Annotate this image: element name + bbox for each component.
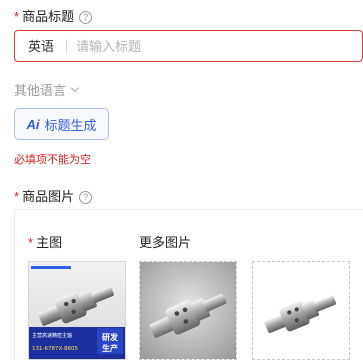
product-title-label: 商品标题: [22, 9, 75, 24]
product-title-label-row: * 商品标题?: [14, 6, 93, 25]
banner-text: 主营高速精密主轴: [32, 332, 72, 339]
other-languages-toggle[interactable]: 其他语言: [14, 80, 80, 99]
generate-title-label: 标题生成: [44, 117, 97, 133]
title-input[interactable]: [67, 38, 362, 54]
banner-phone: 131-6787X-8605: [32, 346, 78, 352]
main-image-thumbnail[interactable]: 主营高速精密主轴 131-6787X-8605 研发 生产: [28, 261, 126, 360]
main-image-label-row: * 主图: [28, 232, 62, 251]
title-input-group: 英语: [14, 30, 363, 62]
upload-progress-bar: [31, 266, 71, 269]
chevron-down-icon: [70, 83, 80, 92]
required-mark: *: [14, 9, 20, 24]
help-icon[interactable]: ?: [79, 11, 93, 24]
more-images-label: 更多图片: [139, 235, 192, 250]
banner-badge-line1: 研发: [102, 332, 119, 342]
required-mark: *: [14, 189, 20, 204]
spindle-product-image: [140, 262, 236, 359]
spindle-product-image: 主营高速精密主轴 131-6787X-8605 研发 生产: [29, 262, 125, 359]
main-image-label: 主图: [36, 235, 63, 250]
ai-icon: Ai: [26, 116, 40, 132]
additional-image-thumbnail[interactable]: [252, 261, 350, 360]
required-mark: *: [28, 235, 34, 250]
other-languages-label: 其他语言: [14, 83, 67, 98]
product-images-label: 商品图片: [22, 189, 75, 204]
generate-title-button[interactable]: Ai 标题生成: [14, 108, 109, 140]
spindle-product-image: [253, 262, 349, 359]
required-error-message: 必填项不能为空: [14, 154, 91, 166]
additional-image-thumbnail[interactable]: [139, 261, 237, 360]
language-label: 英语: [15, 38, 68, 54]
product-images-label-row: * 商品图片?: [14, 186, 93, 205]
help-icon[interactable]: ?: [79, 191, 93, 204]
banner-badge-line2: 生产: [102, 343, 118, 353]
